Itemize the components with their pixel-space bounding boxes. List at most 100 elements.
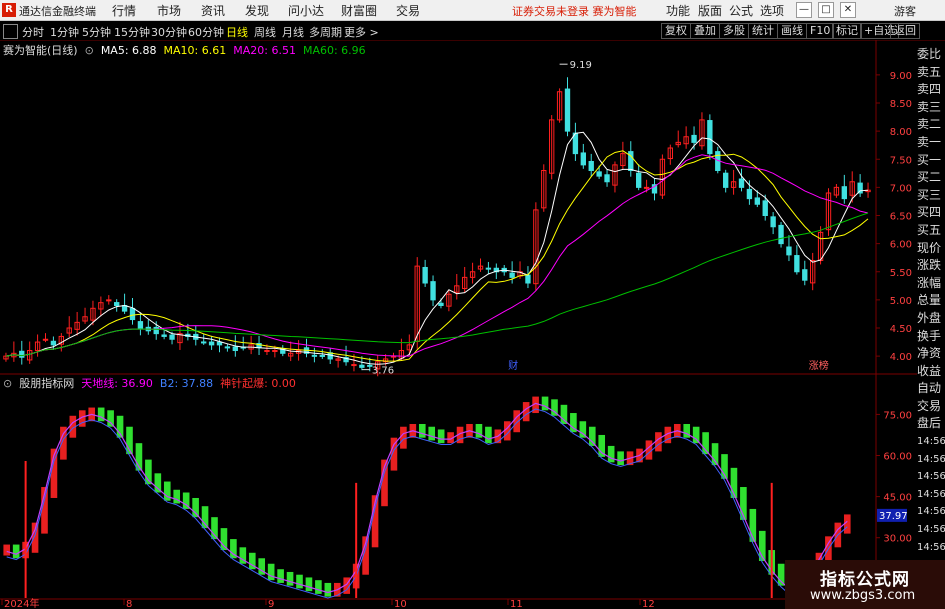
sub-bar — [3, 544, 11, 556]
side-label-10: 买五 — [917, 222, 942, 237]
period-more[interactable]: 更多 > — [344, 24, 379, 40]
period-30min[interactable]: 30分钟 — [151, 24, 187, 40]
menu-wenxiaoda[interactable]: 问小达 — [288, 2, 324, 19]
marker-zhangbang: 涨榜 — [809, 359, 829, 372]
multi-stock-button[interactable]: 多股 — [719, 23, 749, 39]
candle-body — [580, 152, 586, 166]
candle-body — [114, 302, 120, 307]
side-label-9: 买四 — [917, 205, 942, 220]
sub-bar — [541, 396, 549, 411]
period-fenshi[interactable]: 分时 — [22, 24, 44, 40]
menu-xuanxiang[interactable]: 选项 — [760, 2, 784, 19]
side-label-19: 自动 — [917, 381, 942, 396]
price-tick-label-2: 8.00 — [890, 127, 912, 138]
fuquan-button[interactable]: 复权 — [661, 23, 691, 39]
side-label-8: 买三 — [917, 187, 942, 202]
stats-button[interactable]: 统计 — [748, 23, 778, 39]
period-toolbar: 分时 1分钟 5分钟 15分钟 30分钟 60分钟 日线 周线 月线 多周期 更… — [0, 21, 945, 41]
side-label-5: 卖一 — [917, 134, 942, 149]
menu-caifuquan[interactable]: 财富圈 — [341, 2, 377, 19]
menu-gongneng[interactable]: 功能 — [666, 2, 690, 19]
period-1min[interactable]: 1分钟 — [50, 24, 79, 40]
menu-faxian[interactable]: 发现 — [245, 2, 269, 19]
sub-bar — [97, 407, 105, 422]
sub-tick-label-1: 60.00 — [883, 452, 912, 463]
shenzhen-legend: 神针起爆: 0.00 — [220, 377, 296, 390]
candle-body — [485, 267, 492, 270]
sub-bar — [418, 423, 426, 438]
period-60min[interactable]: 60分钟 — [188, 24, 224, 40]
side-label-3: 卖三 — [917, 99, 942, 114]
candle-body — [137, 321, 144, 329]
watermark-url: www.zbgs3.com — [810, 588, 916, 603]
period-weekly[interactable]: 周线 — [254, 24, 276, 40]
price-tick-label-5: 6.50 — [890, 212, 912, 223]
menu-zixun[interactable]: 资讯 — [201, 2, 225, 19]
candle-body — [161, 334, 167, 337]
overlay-button[interactable]: 叠加 — [690, 23, 720, 39]
candle-body — [50, 340, 57, 346]
indicator-title: 股朋指标网 — [19, 377, 75, 390]
menu-jiaoyi[interactable]: 交易 — [396, 2, 420, 19]
sub-bar — [305, 577, 313, 592]
kline-chart-area[interactable]: 9.00 8.50 8.00 7.50 7.00 6.50 6.00 5.50 5.00 4.50… — [0, 40, 917, 609]
period-5min[interactable]: 5分钟 — [82, 24, 111, 40]
candle-body — [588, 161, 594, 171]
draw-line-button[interactable]: 画线 — [777, 23, 807, 39]
sub-bar — [192, 497, 199, 518]
menu-banmian[interactable]: 版面 — [698, 2, 722, 19]
close-button[interactable]: ✕ — [840, 2, 856, 18]
side-label-22: 14:56 — [917, 436, 945, 448]
side-label-17: 净资 — [917, 346, 942, 361]
candle-body — [778, 224, 784, 245]
side-label-1: 卖五 — [917, 64, 942, 79]
mark-button[interactable]: 标记 — [832, 23, 862, 39]
sub-tick-label-3: 30.00 — [883, 534, 912, 545]
candle-body — [359, 364, 365, 368]
maximize-button[interactable]: □ — [818, 2, 834, 18]
side-label-12: 涨跌 — [917, 258, 942, 273]
side-label-20: 交易 — [917, 398, 942, 413]
menu-hangqing[interactable]: 行情 — [112, 2, 136, 19]
price-tick-label-9: 4.50 — [890, 324, 912, 335]
price-tick-label-6: 6.00 — [890, 240, 912, 251]
date-label-1: 8 — [126, 599, 132, 609]
guest-label[interactable]: 游客 — [894, 3, 916, 19]
marker-cai: 财 — [508, 359, 518, 372]
sub-bar — [777, 563, 785, 586]
candle-body — [857, 182, 863, 194]
period-multi[interactable]: 多周期 — [309, 24, 342, 40]
menu-bar: R 通达信金融终端 行情 市场 资讯 发现 问小达 财富圈 交易 证券交易未登录… — [0, 0, 945, 21]
candle-body — [42, 338, 49, 341]
minimize-button[interactable]: — — [796, 2, 812, 18]
sub-bar — [692, 426, 700, 444]
quote-side-panel: 委比 卖五 卖四 卖三 卖二 卖一 买一 买二 买三 买四 买五 现价 涨跌 涨幅 总量 外盘 换手 净资 收益 自动… — [917, 46, 945, 574]
side-label-7: 买二 — [917, 170, 942, 185]
period-monthly[interactable]: 月线 — [282, 24, 304, 40]
sub-bar — [220, 528, 228, 551]
menu-gongshi[interactable]: 公式 — [729, 2, 753, 19]
candle-body — [786, 246, 792, 256]
candle-body — [264, 350, 270, 352]
sub-bar — [513, 410, 521, 433]
trade-login-warning[interactable]: 证券交易未登录 赛为智能 — [512, 3, 637, 19]
candle-body — [643, 186, 650, 189]
side-label-23: 14:56 — [917, 453, 945, 465]
side-label-16: 换手 — [917, 328, 942, 343]
sub-bar — [428, 426, 436, 441]
sub-bar — [485, 426, 492, 444]
candle-body — [224, 346, 231, 349]
side-label-14: 总量 — [917, 293, 942, 308]
candle-body — [422, 266, 428, 284]
candle-body — [770, 216, 776, 228]
period-15min[interactable]: 15分钟 — [114, 24, 150, 40]
sub-bar — [277, 569, 284, 583]
f10-button[interactable]: F10 — [806, 23, 835, 39]
corner-box-icon[interactable] — [3, 24, 18, 39]
menu-shichang[interactable]: 市场 — [157, 2, 181, 19]
back-button[interactable]: 返回 — [890, 23, 920, 39]
app-title: 通达信金融终端 — [19, 5, 96, 18]
period-daily[interactable]: 日线 — [226, 24, 248, 40]
sub-bar — [617, 451, 624, 466]
side-label-11: 现价 — [917, 240, 942, 255]
